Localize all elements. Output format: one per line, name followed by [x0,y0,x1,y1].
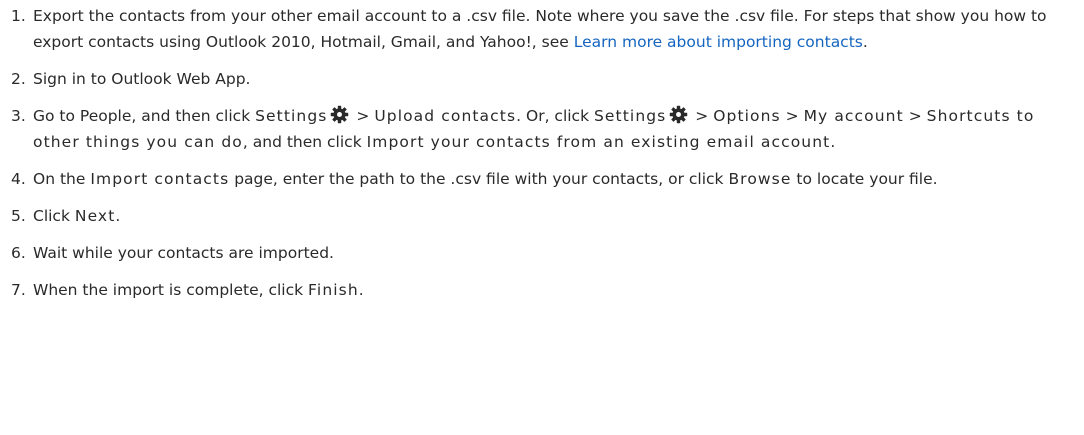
step-text: Export the contacts from your other emai… [33,7,1047,51]
step-1: 1. Export the contacts from your other e… [0,3,1084,55]
step-number: 4. [11,170,26,188]
step-text: Sign in to Outlook Web App. [33,70,251,88]
gear-icon [330,105,349,124]
step-6: 6. Wait while your contacts are imported… [0,240,1084,266]
settings-label: Settings [593,107,667,125]
learn-more-link[interactable]: Learn more about importing contacts [574,33,863,51]
instruction-steps: 1. Export the contacts from your other e… [0,3,1084,303]
step-2: 2. Sign in to Outlook Web App. [0,66,1084,92]
settings-label: Settings [255,107,328,125]
step-7: 7. When the import is complete, click Fi… [0,277,1084,303]
gear-icon [669,105,688,124]
step-5: 5. Click Next. [0,203,1084,229]
step-number: 7. [11,281,26,299]
step-number: 2. [11,70,26,88]
step-number: 5. [11,207,26,225]
step-number: 1. [11,7,26,25]
step-text: Wait while your contacts are imported. [33,244,334,262]
step-3: 3. Go to People, and then click Settings… [0,103,1084,155]
step-4: 4. On the Import contacts page, enter th… [0,166,1084,192]
step-number: 6. [11,244,26,262]
step-number: 3. [11,107,26,125]
